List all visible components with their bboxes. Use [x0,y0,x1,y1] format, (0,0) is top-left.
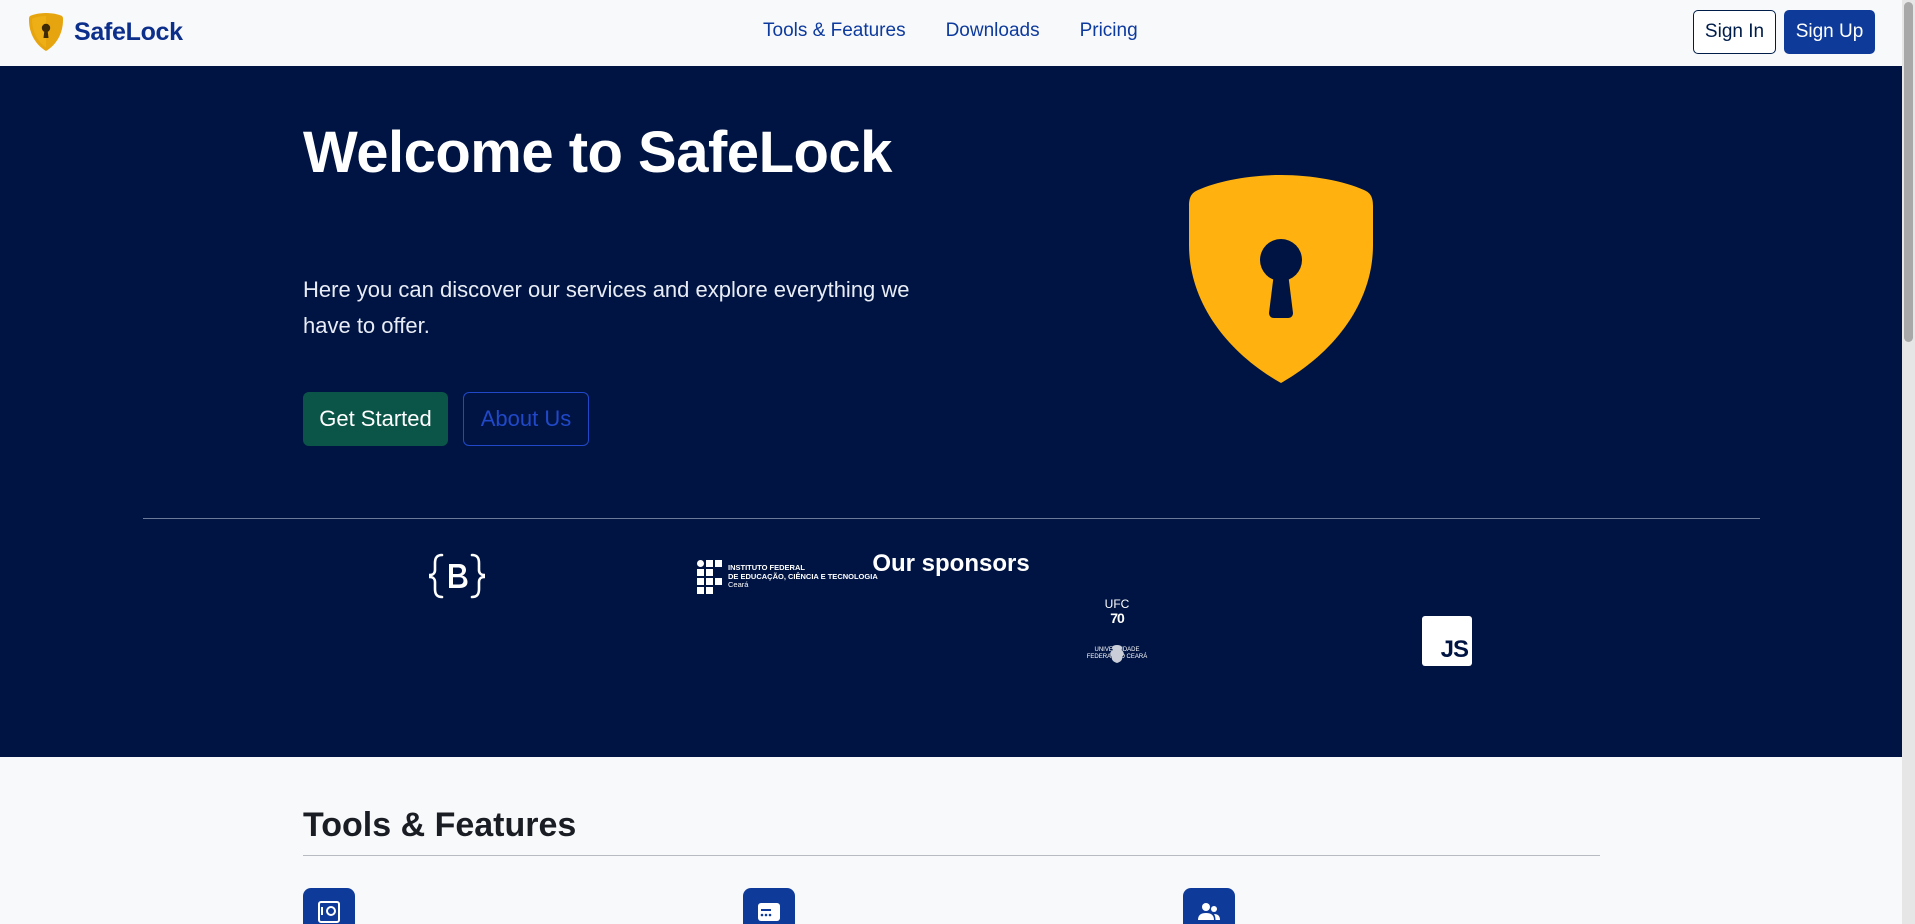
get-started-button[interactable]: Get Started [303,392,448,446]
features-divider [303,855,1600,856]
nav-link-downloads[interactable]: Downloads [946,20,1040,42]
hero-section: Welcome to SafeLock Here you can discove… [0,66,1902,757]
ifce-grid-icon [697,560,722,594]
hero-divider [143,518,1760,519]
brand-name: SafeLock [74,17,183,46]
scrollbar-thumb[interactable] [1904,2,1913,342]
shield-logo-icon [29,13,63,51]
bootstrap-logo-icon [429,553,485,599]
hero-subtitle: Here you can discover our services and e… [303,277,910,338]
nav-link-pricing[interactable]: Pricing [1080,20,1138,42]
vault-icon [318,901,340,923]
ifce-logo: INSTITUTO FEDERAL DE EDUCAÇÃO, CIÊNCIA E… [697,557,878,597]
ufc-logo: UFC 70 UNIVERSIDADE FEDERAL DO CEARÁ [1082,598,1152,684]
nav-link-tools-features[interactable]: Tools & Features [763,20,906,42]
feature-card-passwords [743,888,795,924]
sign-in-button[interactable]: Sign In [1693,10,1776,54]
sign-up-button[interactable]: Sign Up [1784,10,1875,54]
features-title: Tools & Features [303,806,577,844]
ufc-emblem-icon [1110,645,1124,663]
brand-link[interactable]: SafeLock [28,12,183,52]
people-icon [1198,903,1220,920]
nav-links: Tools & Features Downloads Pricing [763,20,1138,42]
about-us-button[interactable]: About Us [463,392,589,446]
shield-keyhole-icon [1189,175,1373,383]
sponsors-title: Our sponsors [872,550,1030,577]
page-scrollbar[interactable] [1902,0,1915,924]
js-logo: JS [1422,616,1472,666]
hero-title: Welcome to SafeLock [303,120,892,185]
feature-card-sharing [1183,888,1235,924]
navbar: SafeLock Tools & Features Downloads Pric… [0,0,1902,66]
password-card-icon [758,903,780,921]
feature-card-vault [303,888,355,924]
ifce-text: INSTITUTO FEDERAL DE EDUCAÇÃO, CIÊNCIA E… [728,563,878,590]
